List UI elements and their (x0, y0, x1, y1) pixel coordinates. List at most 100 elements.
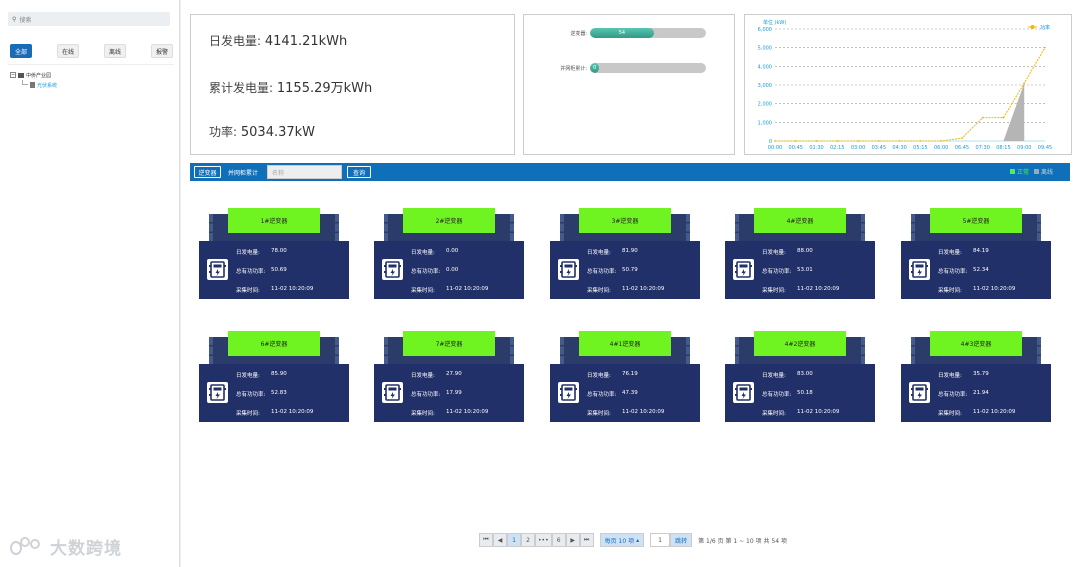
next-page-button[interactable]: ▶ (565, 533, 580, 547)
inverter-icon (733, 259, 754, 280)
active-power-row: 总有功功率: 50.69 (236, 267, 287, 275)
active-power-row: 总有功功率: 21.94 (938, 390, 989, 398)
daily-energy-label: 日发电量: (938, 373, 962, 379)
page-size-select[interactable]: 每页 10 项 ▴ (599, 533, 645, 547)
filter-all[interactable]: 全部 (10, 44, 32, 58)
collect-time-row: 采集时间: 11-02 10:20:09 (762, 286, 839, 294)
card-body: 日发电量: 27.90 总有功功率: 17.99 采集时间: 11-02 10:20:09 (374, 364, 524, 422)
active-power-value: 47.39 (622, 390, 638, 396)
tree-node-child[interactable]: 光伏系统 (10, 80, 57, 90)
daily-energy-value: 0.00 (446, 248, 459, 254)
file-icon (30, 82, 35, 88)
collect-time-label: 采集时间: (587, 288, 611, 294)
collect-time-label: 采集时间: (236, 288, 260, 294)
card-body: 日发电量: 35.79 总有功功率: 21.94 采集时间: 11-02 10:20:09 (901, 364, 1051, 422)
grid-cabinet-progress-label: 并网柜累计: (560, 65, 587, 72)
y-tick-label: 3,000 (758, 83, 772, 89)
inverter-card[interactable]: 日发电量: 78.00 总有功功率: 50.69 采集时间: 11-02 10:20:09… (199, 208, 349, 299)
page-1-button[interactable]: 1 (507, 533, 521, 547)
total-energy-label: 累计发电量: (209, 81, 274, 95)
daily-energy-row: 日发电量: 85.90 (236, 371, 287, 379)
card-title: 6#逆变器 (228, 331, 320, 356)
daily-energy: 日发电量: 4141.21kWh (209, 32, 347, 49)
inverter-progress-fill: 54 (590, 28, 654, 38)
daily-energy-row: 日发电量: 81.90 (587, 248, 638, 256)
active-power-label: 总有功功率: (236, 269, 266, 275)
daily-energy-value: 35.79 (973, 371, 989, 377)
inverter-card[interactable]: 日发电量: 81.90 总有功功率: 50.79 采集时间: 11-02 10:20:09… (550, 208, 700, 299)
legend-label: 功率 (1040, 24, 1050, 31)
total-energy: 累计发电量: 1155.29万kWh (209, 77, 372, 96)
inverter-card[interactable]: 日发电量: 85.90 总有功功率: 52.83 采集时间: 11-02 10:20:09… (199, 331, 349, 422)
collapse-icon[interactable]: − (10, 72, 16, 78)
page-jump-input[interactable]: 1 (650, 533, 671, 547)
card-body: 日发电量: 88.00 总有功功率: 53.01 采集时间: 11-02 10:20:09 (725, 241, 875, 299)
name-search-input[interactable]: 名称 (267, 165, 342, 179)
data-point (919, 140, 922, 142)
active-power-label: 总有功功率: (938, 269, 968, 275)
inverter-icon (382, 382, 403, 403)
inverter-card[interactable]: 日发电量: 35.79 总有功功率: 21.94 采集时间: 11-02 10:20:09… (901, 331, 1051, 422)
collect-time-value: 11-02 10:20:09 (622, 409, 665, 415)
divider (8, 64, 174, 65)
ellipsis-button[interactable]: ••• (535, 533, 552, 547)
filter-online[interactable]: 在线 (57, 44, 79, 58)
prev-page-button[interactable]: ◀ (493, 533, 507, 547)
collect-time-value: 11-02 10:20:09 (271, 286, 314, 292)
grid-cabinet-progress: 并网柜累计: 0 (524, 62, 736, 74)
inverter-card[interactable]: 日发电量: 76.19 总有功功率: 47.39 采集时间: 11-02 10:20:09… (550, 331, 700, 422)
tree-node-root[interactable]: − 中侨产业园 (10, 70, 57, 80)
active-power-value: 52.34 (973, 267, 989, 273)
filter-offline[interactable]: 离线 (104, 44, 126, 58)
x-tick-label: 06:00 (934, 145, 948, 151)
pagination: ⏮ ◀ 1 2 ••• 6 ▶ ⏭ 每页 10 项 ▴ 1 跳转 第 1/6 页… (479, 533, 787, 547)
jump-button[interactable]: 跳转 (670, 533, 693, 547)
collect-time-row: 采集时间: 11-02 10:20:09 (587, 409, 664, 417)
inverter-card[interactable]: 日发电量: 27.90 总有功功率: 17.99 采集时间: 11-02 10:20:09… (374, 331, 524, 422)
inverter-card[interactable]: 日发电量: 88.00 总有功功率: 53.01 采集时间: 11-02 10:20:09… (725, 208, 875, 299)
daily-energy-row: 日发电量: 84.19 (938, 248, 989, 256)
x-tick-label: 09:45 (1038, 145, 1052, 151)
daily-energy-label: 日发电量: (587, 250, 611, 256)
daily-energy-row: 日发电量: 0.00 (411, 248, 458, 256)
x-tick-label: 07:30 (975, 145, 989, 151)
search-input[interactable]: ⚲ 搜索 (8, 12, 170, 26)
x-tick-label: 00:00 (768, 145, 782, 151)
inverter-card[interactable]: 日发电量: 84.19 总有功功率: 52.34 采集时间: 11-02 10:20:09… (901, 208, 1051, 299)
active-power-value: 50.69 (271, 267, 287, 273)
inverter-tab-button[interactable]: 逆变器 (194, 166, 221, 178)
card-body: 日发电量: 76.19 总有功功率: 47.39 采集时间: 11-02 10:20:09 (550, 364, 700, 422)
daily-energy-label: 日发电量: (938, 250, 962, 256)
last-page-button[interactable]: ⏭ (579, 533, 594, 547)
first-page-button[interactable]: ⏮ (479, 533, 493, 547)
daily-energy-value: 84.19 (973, 248, 989, 254)
collect-time-label: 采集时间: (762, 288, 786, 294)
data-point (836, 140, 839, 142)
power-chart-panel: 0 1,000 2,000 3,000 4,000 5,000 6,000 单位 (kW) 00… (744, 14, 1072, 155)
active-power-label: 总有功功率: (236, 392, 266, 398)
filter-alarm[interactable]: 报警 (151, 44, 173, 58)
query-button[interactable]: 查询 (347, 166, 371, 178)
total-energy-value: 1155.29万kWh (276, 81, 373, 96)
collect-time-row: 采集时间: 11-02 10:20:09 (587, 286, 664, 294)
inverter-card[interactable]: 日发电量: 83.00 总有功功率: 50.18 采集时间: 11-02 10:20:09… (725, 331, 875, 422)
card-title: 4#2逆变器 (754, 331, 846, 356)
collect-time-row: 采集时间: 11-02 10:20:09 (411, 286, 488, 294)
collect-time-label: 采集时间: (938, 288, 962, 294)
card-title: 7#逆变器 (403, 331, 495, 356)
page-2-button[interactable]: 2 (521, 533, 535, 547)
folder-icon (18, 72, 24, 78)
inverter-card[interactable]: 日发电量: 0.00 总有功功率: 0.00 采集时间: 11-02 10:20:09 2#… (374, 208, 524, 299)
device-toolbar: 逆变器 并网柜累计 名称 查询 正常 离线 (190, 163, 1070, 181)
daily-energy-value: 4141.21kWh (264, 34, 348, 49)
card-title: 4#3逆变器 (930, 331, 1022, 356)
grid-cabinet-tab[interactable]: 并网柜累计 (228, 166, 258, 178)
collect-time-value: 11-02 10:20:09 (973, 409, 1016, 415)
collect-time-value: 11-02 10:20:09 (446, 286, 489, 292)
daily-energy-value: 76.19 (622, 371, 638, 377)
collect-time-label: 采集时间: (587, 411, 611, 417)
page-6-button[interactable]: 6 (551, 533, 566, 547)
collect-time-value: 11-02 10:20:09 (797, 286, 840, 292)
x-tick-label: 03:00 (851, 145, 865, 151)
x-tick-label: 09:00 (1017, 145, 1031, 151)
